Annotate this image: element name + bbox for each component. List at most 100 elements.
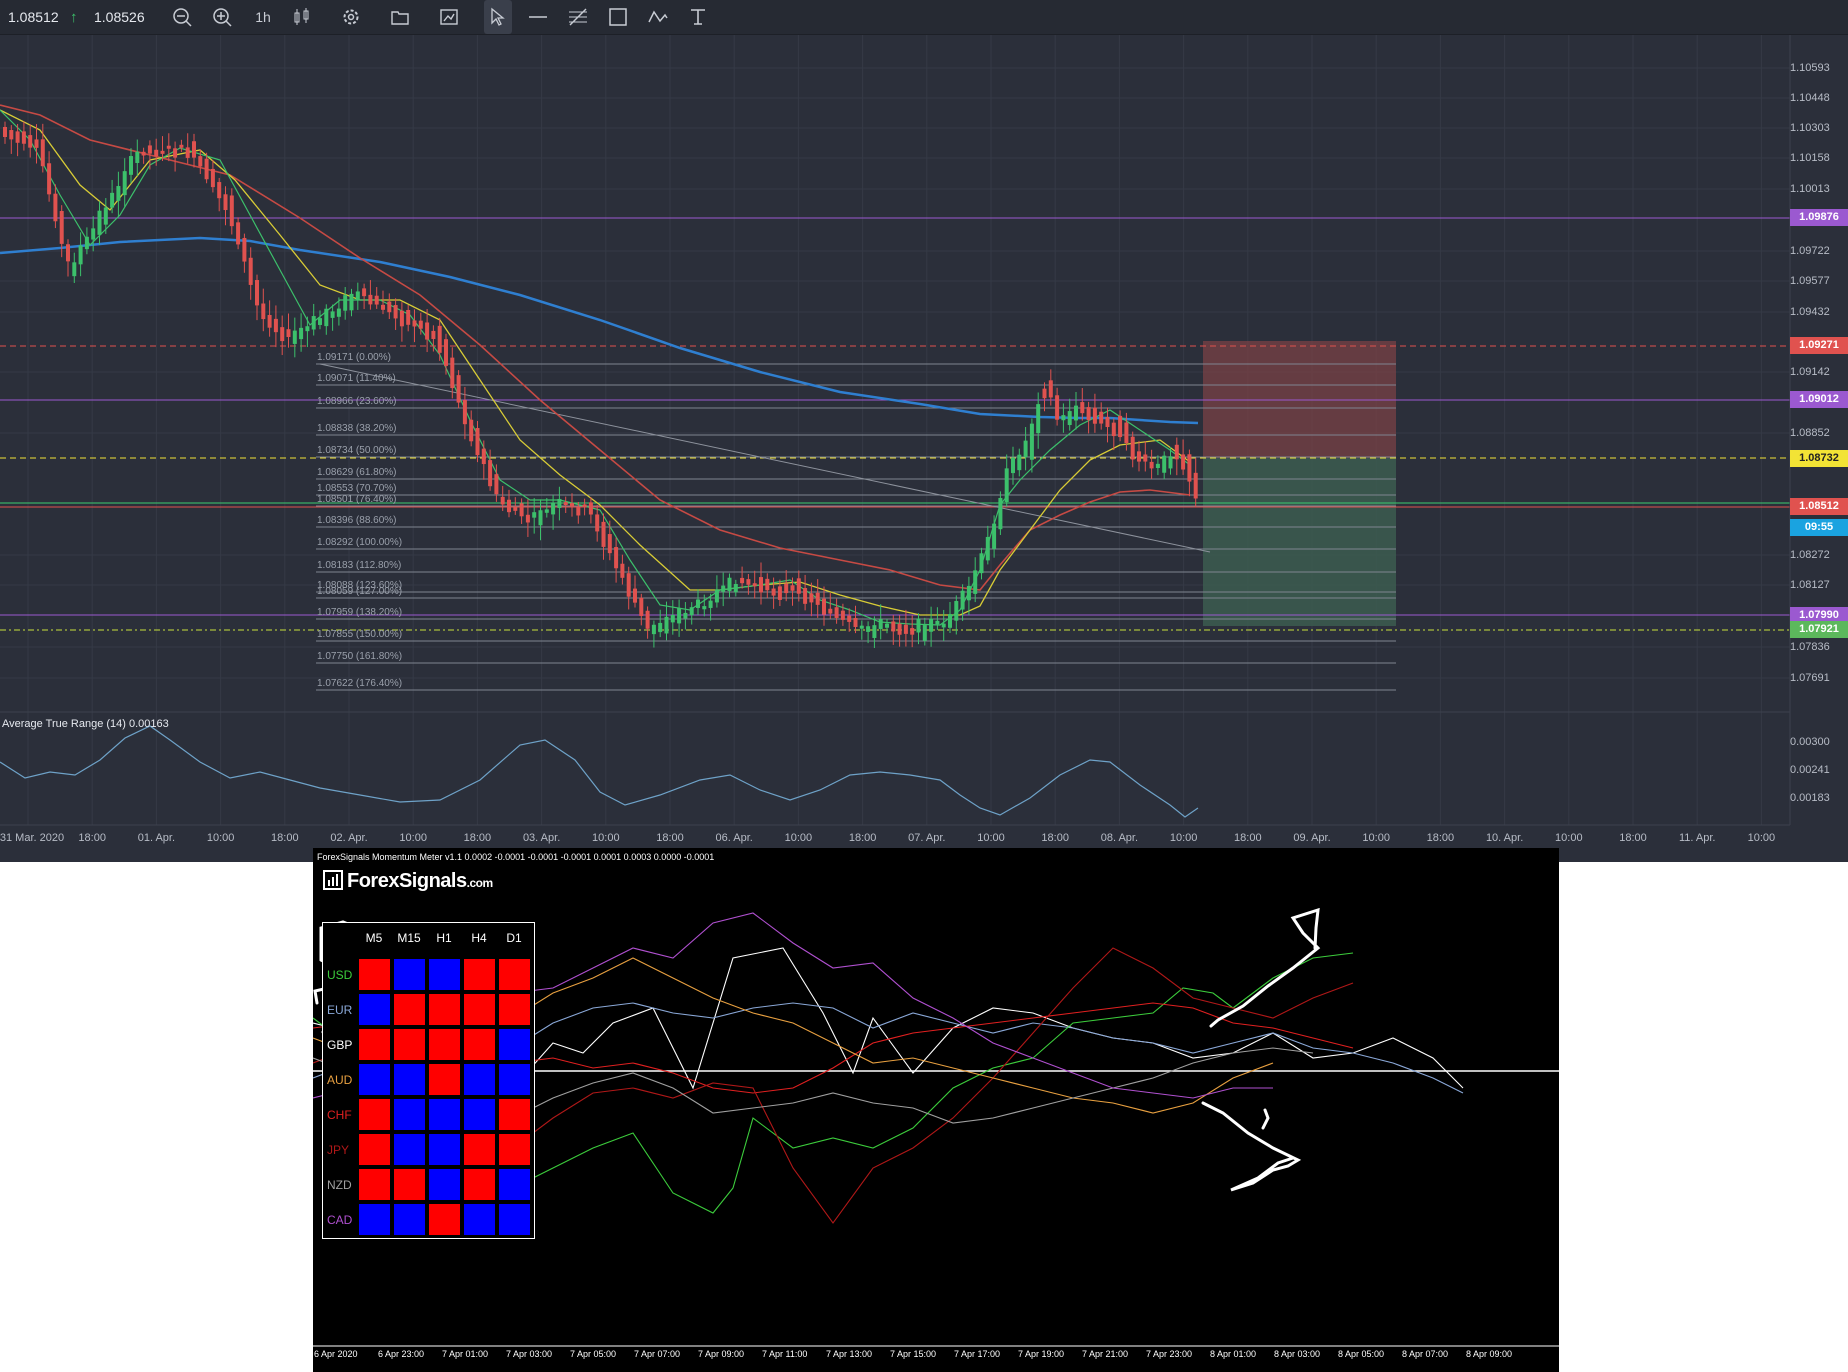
candle-body: [626, 573, 631, 597]
timeframe-header: M5: [365, 931, 383, 945]
candle-body: [828, 608, 833, 614]
candle-body: [425, 322, 430, 340]
candle-body: [368, 294, 373, 305]
candle-body: [664, 616, 669, 634]
candle-body: [248, 257, 253, 285]
candle-body: [689, 607, 694, 616]
candle-body: [336, 308, 341, 317]
candle-body: [570, 503, 574, 507]
candle-body: [840, 610, 845, 620]
candle-body: [595, 514, 600, 532]
candle-body: [1017, 454, 1022, 471]
price-tag[interactable]: 1.09012: [1790, 391, 1848, 408]
candle-body: [853, 618, 858, 627]
candle-body: [702, 606, 707, 610]
candle-body: [34, 139, 39, 148]
candle-body: [1029, 423, 1034, 460]
candle-body: [1124, 422, 1129, 444]
candle-body: [280, 327, 285, 342]
candle-body: [1155, 463, 1160, 469]
candle-body: [866, 626, 871, 632]
candle-body: [639, 597, 644, 616]
candle-body: [765, 578, 770, 591]
momentum-time-label: 8 Apr 07:00: [1402, 1349, 1449, 1359]
candle-body: [922, 625, 927, 641]
ma-9-line: [0, 109, 1191, 626]
fib-label: 1.09071 (11.40%): [317, 373, 396, 384]
price-axis-label: 1.09722: [1790, 245, 1830, 257]
momentum-time-label: 8 Apr 09:00: [1466, 1349, 1513, 1359]
candle-body: [173, 148, 178, 158]
candle-body: [979, 553, 984, 574]
candle-body: [349, 293, 354, 311]
candle-body: [192, 141, 196, 158]
price-tag[interactable]: 1.09271: [1790, 337, 1848, 354]
candle-body: [78, 245, 83, 265]
price-axis-label: 1.07691: [1790, 672, 1830, 684]
time-axis-label: 10. Apr.: [1485, 832, 1524, 844]
price-tag[interactable]: 1.08732: [1790, 450, 1848, 467]
fib-label: 1.08966 (23.60%): [317, 396, 397, 407]
momentum-cell: [463, 1028, 496, 1061]
candle-body: [15, 131, 20, 143]
time-axis-label: 10:00: [784, 832, 813, 844]
momentum-time-label: 7 Apr 15:00: [890, 1349, 937, 1359]
candle-body: [538, 510, 543, 526]
momentum-cell: [393, 1203, 426, 1236]
momentum-cell: [393, 1063, 426, 1096]
candle-body: [1099, 411, 1104, 424]
price-axis-label: 1.08272: [1790, 549, 1830, 561]
candle-body: [859, 625, 864, 629]
time-axis-label: 10:00: [977, 832, 1005, 844]
candle-body: [154, 149, 159, 157]
candle-body: [494, 474, 499, 495]
candle-body: [1080, 402, 1085, 414]
candle-body: [1048, 380, 1053, 398]
price-tag[interactable]: 1.07921: [1790, 621, 1848, 638]
candle-body: [815, 592, 820, 605]
atr-axis-label: 0.00241: [1790, 764, 1830, 776]
candle-body: [1042, 388, 1047, 399]
candle-body: [318, 318, 322, 325]
price-chart[interactable]: [0, 0, 1848, 862]
currency-label-gbp: GBP: [327, 1038, 353, 1052]
candle-body: [462, 399, 467, 425]
candle-body: [210, 168, 215, 188]
candle-body: [292, 330, 297, 344]
time-axis-label: 18:00: [78, 832, 106, 844]
time-axis-label: 18:00: [463, 832, 492, 844]
momentum-cell: [463, 1203, 496, 1236]
momentum-cell: [393, 993, 426, 1026]
candle-body: [1130, 436, 1135, 460]
candle-body: [406, 309, 411, 325]
atr-axis-label: 0.00300: [1790, 736, 1830, 748]
momentum-cell: [463, 1063, 496, 1096]
currency-label-jpy: JPY: [327, 1143, 350, 1157]
momentum-cell: [498, 1133, 531, 1166]
momentum-time-label: 8 Apr 01:00: [1210, 1349, 1257, 1359]
momentum-cell: [393, 1098, 426, 1131]
fib-label: 1.09171 (0.00%): [317, 352, 391, 363]
candle-body: [1061, 415, 1066, 421]
fib-label: 1.08734 (50.00%): [317, 445, 397, 456]
ma-200-line: [0, 236, 1199, 425]
candle-body: [110, 192, 115, 208]
price-tag[interactable]: 1.09876: [1790, 209, 1848, 226]
fib-label: 1.08292 (100.00%): [317, 537, 403, 548]
timeframe-header: M15: [397, 931, 421, 945]
timeframe-header: H1: [436, 931, 452, 945]
candle-body: [273, 318, 278, 333]
candle-body: [103, 207, 108, 225]
time-axis-label: 31 Mar. 2020: [0, 832, 65, 844]
candle-body: [53, 193, 58, 222]
price-tag[interactable]: 1.08512: [1790, 498, 1848, 515]
price-tag[interactable]: 09:55: [1790, 519, 1848, 536]
take-profit-zone[interactable]: [1203, 458, 1396, 626]
currency-label-aud: AUD: [327, 1073, 353, 1087]
momentum-cell: [393, 1028, 426, 1061]
time-axis-label: 18:00: [271, 832, 299, 844]
candle-body: [1181, 454, 1186, 470]
fib-label: 1.08553 (70.70%): [317, 483, 397, 494]
momentum-meter-window: ForexSignals Momentum Meter v1.1 0.0002 …: [313, 848, 1559, 1372]
momentum-cell: [463, 993, 496, 1026]
